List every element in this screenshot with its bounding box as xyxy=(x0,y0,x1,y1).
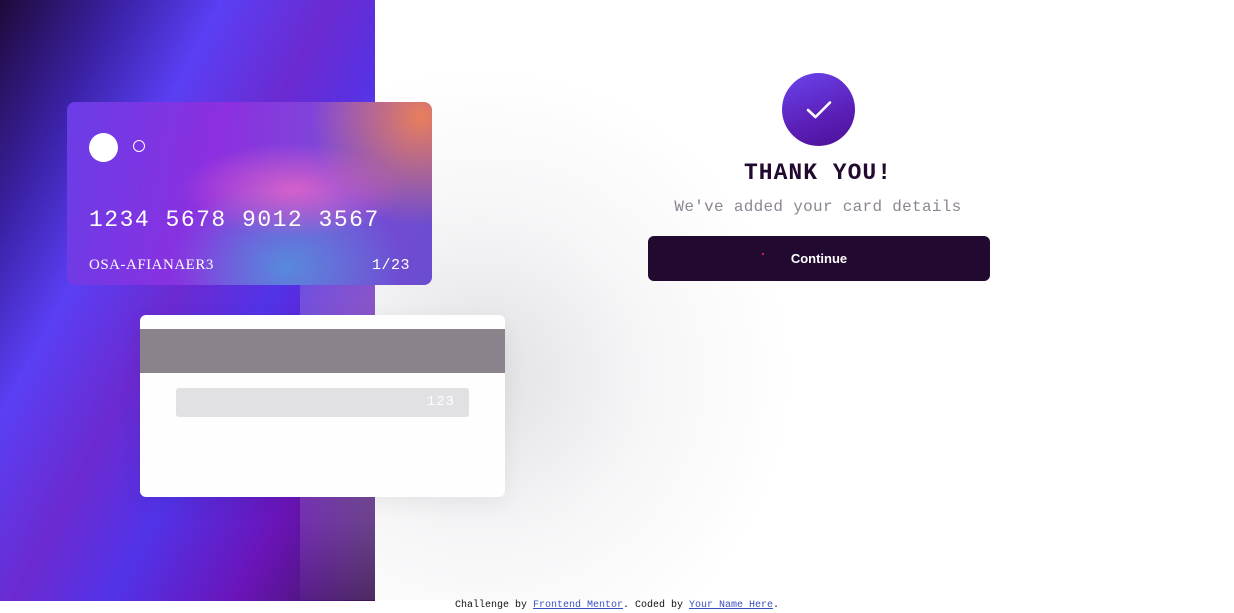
checkmark-icon xyxy=(806,100,831,118)
author-link[interactable]: Your Name Here xyxy=(689,600,773,611)
card-number: 1234 5678 9012 3567 xyxy=(89,207,380,233)
frontend-mentor-link[interactable]: Frontend Mentor xyxy=(533,600,623,611)
continue-button-label: Continue xyxy=(790,251,848,266)
background-gradient-panel xyxy=(0,0,375,601)
card-logo-small-circle-icon xyxy=(133,140,145,152)
attribution-prefix: Challenge by xyxy=(454,600,533,611)
success-checkmark-icon xyxy=(782,73,855,146)
card-expiry-date: 1/23 xyxy=(371,257,410,274)
magnetic-stripe xyxy=(140,329,505,373)
card-holder-name: OSA-AFIANAER3 xyxy=(89,257,214,273)
attribution-middle: . Coded by xyxy=(622,600,689,611)
card-back: 123 xyxy=(140,315,505,497)
attribution-suffix: . xyxy=(773,600,780,611)
card-logo-large-circle-icon xyxy=(89,133,118,162)
signature-strip: 123 xyxy=(176,388,469,417)
card-cvc: 123 xyxy=(426,394,455,410)
continue-button[interactable]: Continue xyxy=(648,236,990,281)
card-front: 1234 5678 9012 3567 OSA-AFIANAER3 1/23 xyxy=(67,102,432,285)
confirmation-message: We've added your card details xyxy=(674,198,962,216)
cursor-dot xyxy=(762,253,764,255)
attribution-footer: Challenge by Frontend Mentor. Coded by Y… xyxy=(0,600,1234,611)
thank-you-heading: THANK YOU! xyxy=(743,160,893,186)
